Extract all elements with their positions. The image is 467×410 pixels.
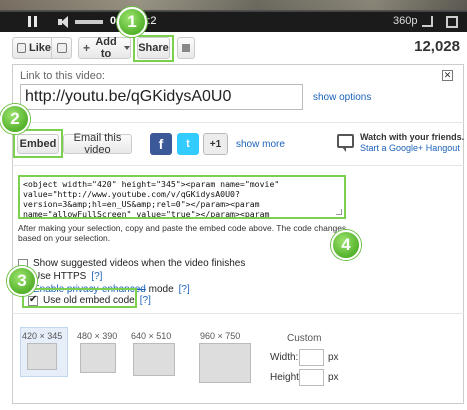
like-button[interactable]: Like	[12, 37, 52, 59]
show-options-link[interactable]: show options	[313, 92, 371, 103]
share-url-field[interactable]: http://youtu.be/qGKidysA0U0	[20, 84, 303, 110]
video-frame	[0, 0, 467, 10]
size-preview-960[interactable]	[199, 343, 251, 383]
volume-icon[interactable]	[58, 16, 72, 28]
embed-code-text: <object width="420" height="345"><param …	[23, 179, 280, 219]
size-preview-640[interactable]	[133, 343, 175, 376]
pause-icon[interactable]	[28, 16, 38, 27]
player-controls: 0:22 / 1:2 360p	[0, 11, 467, 32]
view-count: 12,028	[414, 38, 460, 55]
close-icon[interactable]: ✕	[442, 70, 453, 81]
plus-icon: +	[83, 41, 91, 55]
divider	[12, 313, 464, 314]
show-more-link[interactable]: show more	[236, 139, 285, 150]
link-label: Link to this video:	[20, 70, 105, 82]
resize-handle-icon[interactable]	[336, 209, 342, 215]
quality-button[interactable]: 360p	[393, 15, 417, 27]
checkbox-checked[interactable]	[28, 294, 38, 306]
action-row: Like + Add to Share	[0, 33, 467, 61]
size-label-420: 420 × 345	[22, 331, 63, 341]
help-link[interactable]: [?]	[179, 284, 190, 295]
height-unit: px	[328, 372, 339, 383]
flag-icon	[182, 44, 190, 52]
popout-icon[interactable]	[422, 16, 433, 27]
twitter-icon[interactable]: t	[177, 133, 199, 155]
facebook-icon[interactable]: f	[150, 133, 172, 155]
add-to-button[interactable]: + Add to	[78, 36, 131, 60]
width-field[interactable]	[299, 349, 324, 366]
help-link[interactable]: [?]	[91, 271, 102, 282]
size-preview-480[interactable]	[80, 343, 116, 373]
flag-button[interactable]	[177, 37, 195, 59]
step-badge-3: 3	[7, 266, 37, 296]
height-field[interactable]	[299, 369, 324, 386]
embed-button[interactable]: Embed	[17, 134, 59, 154]
option-old-embed-code[interactable]: Use old embed code [?]	[28, 294, 151, 306]
size-label-480: 480 × 390	[77, 331, 118, 341]
google-plus-one-icon[interactable]: +1	[203, 133, 228, 155]
hangout-title: Watch with your friends.	[360, 132, 465, 142]
fullscreen-icon[interactable]	[446, 16, 458, 28]
thumbs-up-icon	[17, 43, 26, 53]
size-preview-420[interactable]	[27, 343, 57, 370]
volume-slider[interactable]	[75, 20, 103, 24]
height-label: Height:	[270, 372, 302, 383]
step-badge-2: 2	[0, 104, 30, 134]
video-player[interactable]: 0:22 / 1:2 360p	[0, 0, 467, 32]
width-label: Width:	[270, 352, 299, 363]
option-suggested-videos[interactable]: Show suggested videos when the video fin…	[18, 258, 245, 269]
embed-hint: After making your selection, copy and pa…	[18, 223, 347, 243]
hangout-link[interactable]: Start a Google+ Hangout	[360, 143, 460, 153]
size-label-640: 640 × 510	[131, 331, 172, 341]
step-badge-4: 4	[331, 230, 361, 260]
email-video-button[interactable]: Email this video	[63, 132, 132, 156]
divider	[12, 122, 464, 123]
help-link[interactable]: [?]	[140, 295, 151, 306]
chevron-down-icon	[124, 46, 130, 50]
step-badge-1: 1	[117, 7, 147, 37]
hangout-icon	[337, 134, 354, 152]
dislike-button[interactable]	[51, 37, 72, 59]
embed-code-textarea[interactable]: <object width="420" height="345"><param …	[18, 175, 346, 219]
width-unit: px	[328, 352, 339, 363]
thumbs-down-icon	[56, 43, 67, 53]
custom-size-label: Custom	[287, 333, 322, 344]
size-label-960: 960 × 750	[200, 331, 241, 341]
share-highlight	[133, 35, 174, 62]
divider	[12, 165, 464, 166]
